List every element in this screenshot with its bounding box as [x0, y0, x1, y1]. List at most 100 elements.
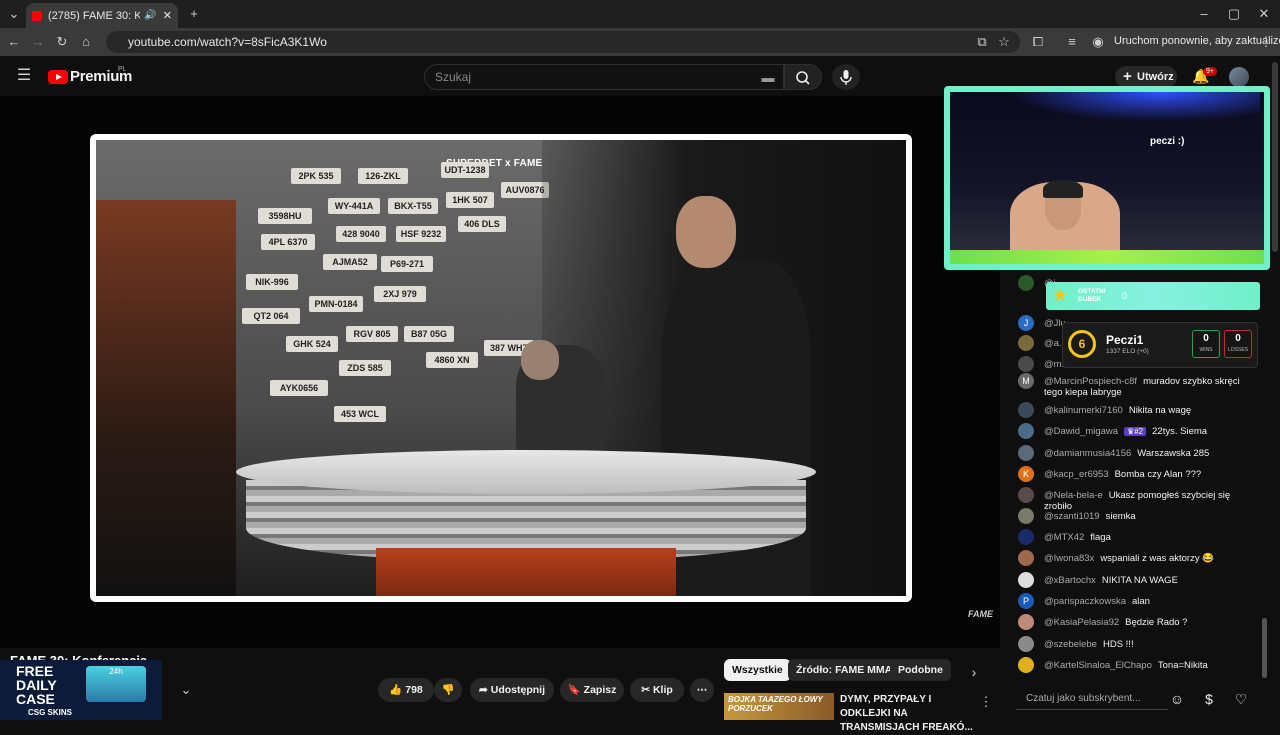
chevron-right-icon[interactable]: › — [966, 665, 982, 679]
chat-message-body: @xBartochx NIKITA NA WAGE — [1044, 575, 1178, 586]
page-scrollbar[interactable] — [1272, 62, 1278, 252]
create-label: Utwórz — [1137, 71, 1174, 83]
chat-text: Bomba czy Alan ??? — [1114, 469, 1202, 480]
fame-watermark: FAME — [968, 609, 994, 619]
voice-search-button[interactable] — [832, 64, 860, 90]
license-plate: 453 WCL — [334, 406, 386, 422]
filter-chip-all[interactable]: Wszystkie — [724, 659, 791, 681]
standing-man-head — [676, 196, 736, 268]
license-plate: 4PL 6370 — [261, 234, 315, 250]
recommended-thumbnail[interactable]: BOJKA TAAZEGO ŁOWY PORZUCEK — [724, 693, 834, 720]
dislike-button[interactable]: 👎 — [434, 678, 462, 702]
chat-scrollbar[interactable] — [1262, 618, 1267, 678]
chat-message: @xBartochx NIKITA NA WAGE — [1018, 572, 1258, 588]
chat-message: @kalinumerki7160 Nikita na wagę — [1018, 402, 1258, 418]
chat-text: alan — [1131, 596, 1150, 607]
chat-message-body: @parispaczkowska alan — [1044, 596, 1150, 607]
relaunch-button[interactable]: Uruchom ponownie, aby zaktualizować — [1114, 35, 1280, 47]
chat-text: siemka — [1105, 511, 1136, 522]
avatar[interactable] — [1229, 67, 1249, 87]
super-chat-icon[interactable]: $ — [1200, 690, 1218, 708]
media-controls-icon[interactable]: ≡ — [1064, 35, 1080, 49]
like-button[interactable]: 👍 798 — [378, 678, 434, 702]
chat-message: @szanti1019 siemka — [1018, 508, 1258, 524]
cam-caption: peczi :) — [1150, 136, 1185, 147]
search-button[interactable] — [784, 64, 822, 90]
chat-avatar — [1018, 275, 1034, 291]
browser-menu-icon[interactable]: ⋮ — [1258, 35, 1274, 49]
chat-text: Warszawska 285 — [1137, 448, 1210, 459]
more-actions-button[interactable]: ⋯ — [690, 678, 714, 702]
chat-avatar — [1018, 402, 1034, 418]
wins-label: WINS — [1199, 347, 1213, 353]
bookmark-icon: 🔖 — [567, 684, 581, 696]
hamburger-menu-icon[interactable]: ☰ — [16, 68, 32, 84]
close-tab-icon[interactable]: ✕ — [163, 9, 172, 22]
chat-text: flaga — [1090, 532, 1111, 543]
share-button[interactable]: ➦ Udostępnij — [470, 678, 554, 702]
elo-name: Peczi1 — [1106, 333, 1144, 347]
star-icon: ★ — [1052, 285, 1069, 305]
install-icon[interactable]: ⧉ — [974, 35, 990, 49]
chat-input-placeholder: Czatuj jako subskrybent... — [1026, 693, 1141, 704]
filter-chip-source[interactable]: Źródło: FAME MMA — [788, 659, 901, 681]
audio-icon[interactable]: 🔊 — [144, 10, 156, 21]
license-plate: 126-ZKL — [358, 168, 408, 184]
chat-avatar — [1018, 529, 1034, 545]
recommended-title[interactable]: DYMY, PRZYPAŁY I ODKLEJKI NA TRANSMISJAC… — [840, 693, 980, 735]
reload-icon[interactable]: ↻ — [54, 35, 70, 49]
create-button[interactable]: + Utwórz — [1115, 66, 1177, 88]
chat-input[interactable]: Czatuj jako subskrybent... — [1016, 688, 1168, 710]
chat-text: 22tys. Siema — [1152, 426, 1208, 437]
home-icon[interactable]: ⌂ — [78, 35, 94, 49]
clip-button[interactable]: ✂ Klip — [630, 678, 684, 702]
rec-thumb-text: BOJKA TAAZEGO ŁOWY PORZUCEK — [728, 695, 823, 713]
chat-user: @Iwona83x — [1044, 553, 1095, 564]
chevron-down-icon[interactable]: ⌄ — [178, 683, 194, 697]
emoji-icon[interactable]: ☺ — [1168, 690, 1186, 708]
chat-avatar: J — [1018, 315, 1034, 331]
table-pedestal — [376, 548, 676, 596]
search-input[interactable]: Szukaj — [424, 64, 784, 90]
back-icon[interactable]: ← — [6, 35, 22, 49]
license-plate: QT2 064 — [242, 308, 300, 324]
new-tab-icon[interactable]: + — [186, 7, 202, 21]
license-plate: AYK0656 — [270, 380, 328, 396]
filter-chip-similar[interactable]: Podobne — [890, 659, 951, 681]
rec-more-icon[interactable]: ⋮ — [978, 695, 994, 709]
minimize-icon[interactable]: – — [1196, 7, 1212, 21]
heart-icon[interactable]: ♡ — [1232, 690, 1250, 708]
promo-line3: CASE — [16, 691, 55, 707]
save-button[interactable]: 🔖 Zapisz — [560, 678, 624, 702]
video-player[interactable]: SUPERBET x FAME 2PK 535 126-ZKL UDT-1238 WY… — [0, 96, 1000, 648]
chat-avatar — [1018, 487, 1034, 503]
maximize-icon[interactable]: ▢ — [1226, 7, 1242, 21]
seated-man-head — [521, 340, 559, 380]
license-plate: 1HK 507 — [446, 192, 494, 208]
region-label: PL — [118, 66, 127, 73]
license-plate: B87 05G — [404, 326, 454, 342]
chat-text: wspaniali z was aktorzy 😂 — [1100, 553, 1215, 564]
keyboard-icon[interactable]: ▬ — [760, 71, 776, 85]
tab-list-chevron-icon[interactable]: ⌄ — [6, 7, 22, 21]
forward-icon[interactable]: → — [30, 35, 46, 49]
browser-tab[interactable]: (2785) FAME 30: Konferencj 🔊 ✕ — [26, 3, 178, 28]
last-dubek-value: 0 — [1122, 291, 1128, 301]
chat-message: @szebelebe HDS !!! — [1018, 636, 1258, 652]
chat-user: @kacp_er6953 — [1044, 469, 1109, 480]
close-window-icon[interactable]: ✕ — [1256, 7, 1272, 21]
profile-icon[interactable]: ◉ — [1090, 35, 1106, 49]
webcam-bottom-bar — [950, 250, 1264, 264]
url-field[interactable]: youtube.com/watch?v=8sFicA3K1Wo — [106, 31, 1020, 53]
chat-user: @MarcinPospiech-c8f — [1044, 376, 1138, 387]
chat-message-body: @KasiaPelasia92 Będzie Rado ? — [1044, 617, 1187, 628]
cam-blue-light — [1010, 92, 1260, 122]
youtube-logo-icon[interactable] — [48, 70, 68, 84]
bookmark-star-icon[interactable]: ☆ — [996, 35, 1012, 49]
chat-user: @parispaczkowska — [1044, 596, 1126, 607]
chat-message-body: @damianmusia4156 Warszawska 285 — [1044, 448, 1209, 459]
extensions-icon[interactable]: ⧠ — [1030, 35, 1046, 49]
losses-box: 0 LOSSES — [1224, 330, 1252, 358]
chat-message: M @MarcinPospiech-c8f muradov szybko skręc… — [1018, 373, 1258, 398]
chat-message-body: @KartelSinaloa_ElChapo Tona=Nikita — [1044, 660, 1208, 671]
